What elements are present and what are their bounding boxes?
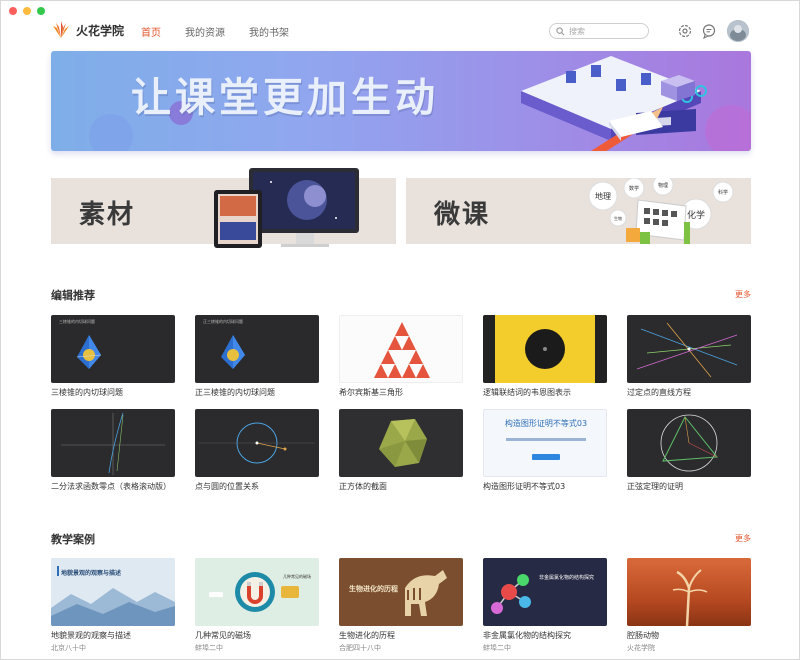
resource-card[interactable]: 过定点的直线方程 [627, 315, 751, 398]
window-controls [9, 7, 45, 15]
bubble-biology: 生物 [614, 215, 622, 221]
section-editor-picks-title: 编辑推荐 [51, 289, 95, 302]
case-thumbnail: 地貌景观的观察与描述 [51, 558, 175, 626]
case-title: 几种常见的磁场 [195, 631, 251, 640]
resource-title: 正方体的截面 [339, 482, 387, 491]
resource-thumbnail [483, 315, 607, 383]
resource-card[interactable]: 正弦定理的证明 [627, 409, 751, 492]
resource-card[interactable]: 构造图形证明不等式03 构造图形证明不等式03 [483, 409, 607, 492]
app-name: 火花学院 [76, 23, 125, 38]
case-school: 合肥四十八中 [339, 644, 381, 652]
subjects-illustration: 地理 数学 物理 化学 科学 生物 [588, 178, 734, 244]
case-title: 地貌景观的观察与描述 [51, 631, 131, 640]
top-header: 火花学院 首页 我的资源 我的书架 [1, 15, 800, 47]
resource-card[interactable]: 逻辑联结词的韦恩图表示 [483, 315, 607, 398]
maximize-window-button[interactable] [37, 7, 45, 15]
case-title: 腔肠动物 [627, 631, 659, 640]
case-title: 生物进化的历程 [339, 631, 395, 640]
search-input[interactable] [569, 26, 639, 36]
bubble-physics: 物理 [658, 182, 668, 189]
resource-title: 构造图形证明不等式03 [483, 482, 566, 491]
minimize-window-button[interactable] [23, 7, 31, 15]
resource-card[interactable]: 正方体的截面 [339, 409, 463, 492]
editor-picks-more-link[interactable]: 更多 [735, 289, 751, 300]
resource-title: 点与圆的位置关系 [195, 482, 259, 491]
cases-more-link[interactable]: 更多 [735, 533, 751, 544]
app-logo[interactable]: 火花学院 [51, 20, 124, 40]
case-card[interactable]: 地貌景观的观察与描述 地貌景观的观察与描述 北京八十中 [51, 558, 175, 653]
resource-card[interactable]: 点与圆的位置关系 [195, 409, 319, 492]
resource-title: 希尔宾斯基三角形 [339, 388, 403, 397]
message-icon[interactable] [701, 23, 717, 39]
bubble-science: 科学 [718, 189, 728, 196]
case-card[interactable]: 腔肠动物 火花学院 [627, 558, 751, 653]
resource-thumbnail: 三棱锥的内切球问题 [51, 315, 175, 383]
case-thumbnail [627, 558, 751, 626]
nav-home[interactable]: 首页 [141, 24, 161, 39]
resource-title: 正弦定理的证明 [627, 482, 683, 491]
resource-thumbnail: 构造图形证明不等式03 [483, 409, 607, 477]
resource-thumbnail [627, 409, 751, 477]
case-thumbnail: 生物进化的历程 [339, 558, 463, 626]
avatar-image [727, 20, 749, 42]
category-materials[interactable]: 素材 [51, 168, 396, 248]
close-window-button[interactable] [9, 7, 17, 15]
nav-my-resources[interactable]: 我的资源 [185, 24, 225, 39]
hero-banner[interactable]: 让课堂更加生动 [51, 51, 751, 151]
case-card[interactable]: 几种常见的磁场 几种常见的磁场 蚌埠二中 [195, 558, 319, 653]
bubble-chemistry: 化学 [687, 209, 705, 221]
flame-logo-icon [53, 21, 69, 38]
search-icon [556, 26, 565, 35]
banner-title: 让课堂更加生动 [131, 75, 439, 121]
resource-thumbnail [51, 409, 175, 477]
bubble-geography: 地理 [595, 191, 611, 201]
resource-thumbnail: 正三棱锥的内切球问题 [195, 315, 319, 383]
resource-thumbnail [627, 315, 751, 383]
resource-thumbnail [339, 315, 463, 383]
case-thumbnail: 几种常见的磁场 [195, 558, 319, 626]
search-box[interactable] [549, 23, 649, 39]
resource-card[interactable]: 希尔宾斯基三角形 [339, 315, 463, 398]
case-thumbnail: 非金属氯化物的结构探究 [483, 558, 607, 626]
case-school: 蚌埠二中 [483, 644, 511, 652]
case-card[interactable]: 非金属氯化物的结构探究 非金属氯化物的结构探究 蚌埠二中 [483, 558, 607, 653]
resource-title: 逻辑联结词的韦恩图表示 [483, 388, 571, 397]
resource-thumbnail [339, 409, 463, 477]
section-cases-header: 教学案例 更多 [51, 531, 751, 547]
app-window: 火花学院 首页 我的资源 我的书架 搜索 让课堂更加生动 素材 微课 地理 数学… [0, 0, 800, 660]
resource-title: 三棱锥的内切球问题 [51, 388, 123, 397]
resource-thumbnail [195, 409, 319, 477]
case-school: 北京八十中 [51, 644, 86, 652]
user-avatar[interactable] [727, 20, 749, 42]
resource-card[interactable]: 正三棱锥的内切球问题 正三棱锥的内切球问题 [195, 315, 319, 398]
resource-card[interactable]: 二分法求函数零点（表格滚动版） [51, 409, 175, 492]
case-school: 蚌埠二中 [195, 644, 223, 652]
resource-card[interactable]: 三棱锥的内切球问题 三棱锥的内切球问题 [51, 315, 175, 398]
section-cases-title: 教学案例 [51, 533, 95, 546]
case-title: 非金属氯化物的结构探究 [483, 631, 571, 640]
gear-icon[interactable] [677, 23, 693, 39]
section-editor-picks-header: 编辑推荐 更多 [51, 287, 751, 303]
bubble-math: 数学 [629, 185, 639, 192]
resource-title: 过定点的直线方程 [627, 388, 691, 397]
main-nav: 首页 我的资源 我的书架 [141, 24, 289, 39]
case-card[interactable]: 生物进化的历程 生物进化的历程 合肥四十八中 [339, 558, 463, 653]
nav-my-bookshelf[interactable]: 我的书架 [249, 24, 289, 39]
category-microlessons[interactable]: 微课 地理 数学 物理 化学 科学 生物 [406, 178, 751, 244]
resource-title: 二分法求函数零点（表格滚动版） [51, 482, 171, 491]
resource-title: 正三棱锥的内切球问题 [195, 388, 275, 397]
category-microlessons-label: 微课 [434, 200, 491, 230]
device-illustration [214, 168, 359, 248]
case-school: 火花学院 [627, 644, 655, 652]
category-materials-label: 素材 [79, 200, 136, 230]
